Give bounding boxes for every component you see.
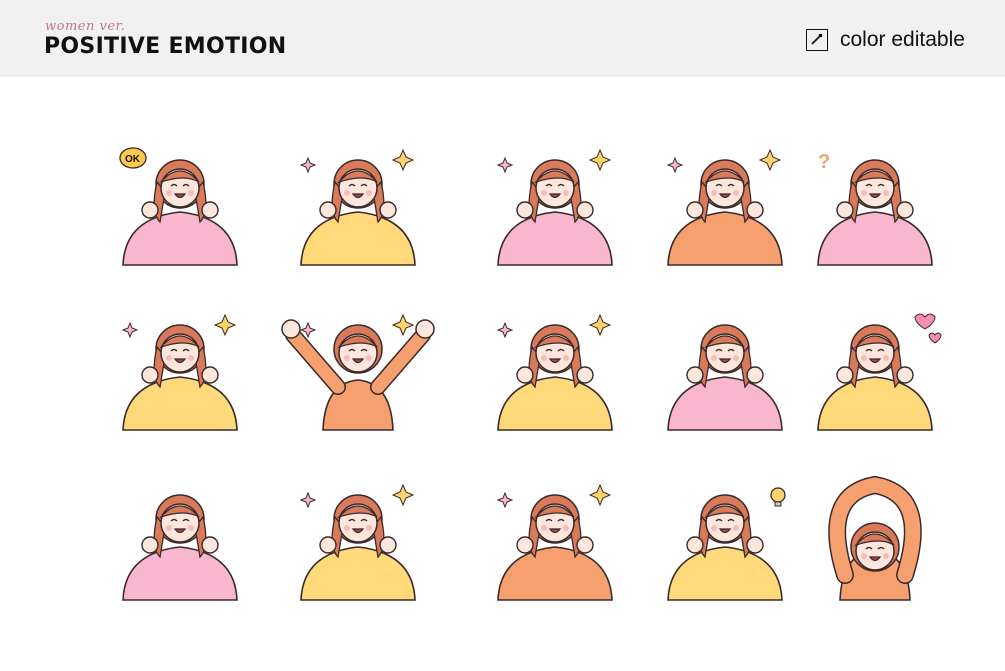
character-mouth [650, 140, 800, 280]
character-love [800, 305, 950, 445]
character-chin: ? [800, 140, 950, 280]
header-bar: women ver. POSITIVE EMOTION color editab… [0, 0, 1005, 77]
subtitle: women ver. [45, 19, 126, 34]
character-fists [283, 140, 433, 280]
color-editable-badge: color editable [806, 28, 965, 52]
character-cheer [281, 305, 435, 445]
svg-text:OK: OK [125, 154, 141, 165]
page-title: POSITIVE EMOTION [44, 34, 287, 59]
hearts-icon [914, 313, 942, 344]
character-ok: OK [105, 140, 255, 280]
character-heart-hands [105, 305, 255, 445]
character-hips [650, 305, 800, 445]
eyedropper-icon [806, 29, 828, 51]
character-arms-crossed [480, 305, 630, 445]
character-cheeks [480, 140, 630, 280]
question-icon: ? [818, 151, 830, 173]
character-wave [283, 475, 433, 615]
ok-bubble-icon: OK [119, 147, 147, 169]
svg-text:?: ? [818, 151, 830, 173]
character-clap [480, 475, 630, 615]
character-circle-arms [800, 475, 950, 615]
character-point [105, 475, 255, 615]
badge-label: color editable [840, 28, 965, 51]
character-idea [650, 475, 800, 615]
bulb-icon [770, 487, 786, 507]
